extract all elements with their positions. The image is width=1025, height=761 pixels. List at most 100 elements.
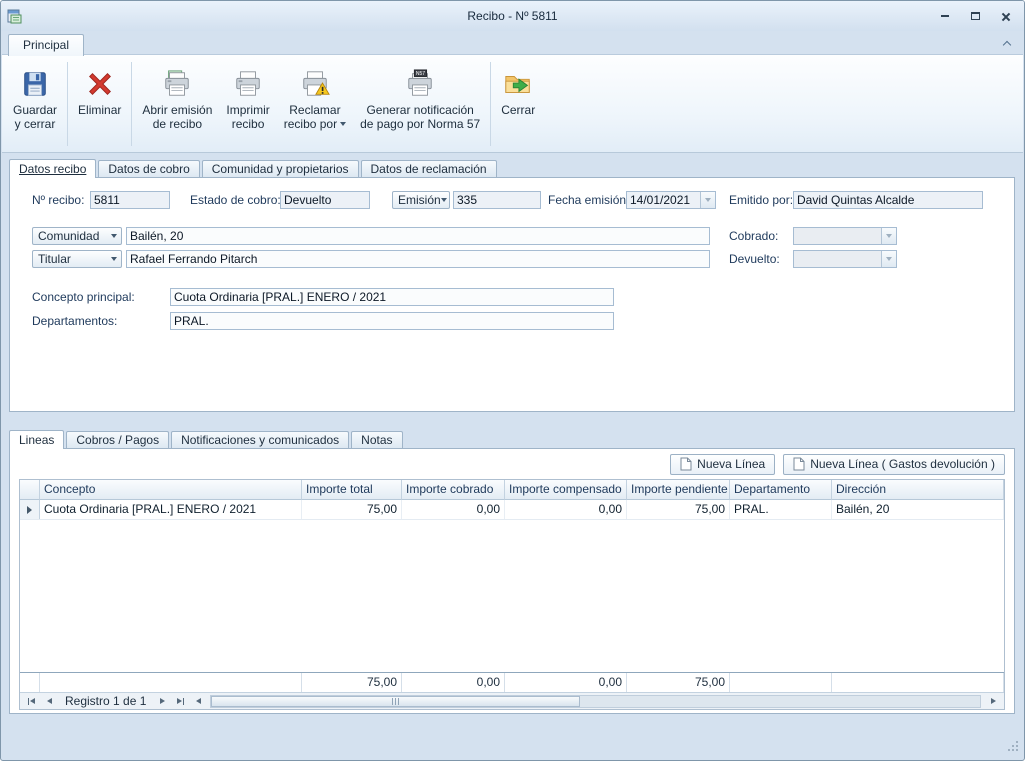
num-recibo-label: Nº recibo: bbox=[32, 191, 84, 209]
resize-grip-icon bbox=[1007, 740, 1019, 752]
concepto-principal-label: Concepto principal: bbox=[32, 288, 135, 306]
emision-selector[interactable]: Emisión bbox=[392, 191, 450, 209]
tab-notificaciones-y-comunicados[interactable]: Notificaciones y comunicados bbox=[171, 431, 349, 448]
fecha-emision-label: Fecha emisión: bbox=[548, 191, 629, 209]
cell-importe-cobrado: 0,00 bbox=[402, 500, 505, 519]
guardar-y-cerrar-button[interactable]: Guardary cerrar bbox=[6, 60, 64, 148]
toolbar-separator bbox=[131, 62, 132, 146]
num-recibo-field[interactable]: 5811 bbox=[90, 191, 170, 209]
titlebar[interactable]: Recibo - Nº 5811 bbox=[1, 1, 1024, 31]
imprimir-recibo-button[interactable]: Imprimirrecibo bbox=[219, 60, 276, 148]
column-header-concepto[interactable]: Concepto bbox=[40, 480, 302, 500]
minimize-button[interactable] bbox=[932, 7, 958, 25]
emitido-por-field[interactable]: David Quintas Alcalde bbox=[793, 191, 983, 209]
grid-toolbar: Nueva Línea Nueva Línea ( Gastos devoluc… bbox=[19, 452, 1005, 476]
comunidad-selector[interactable]: Comunidad bbox=[32, 227, 122, 245]
titular-selector[interactable]: Titular bbox=[32, 250, 122, 268]
nueva-linea-gastos-devolucion-button[interactable]: Nueva Línea ( Gastos devolución ) bbox=[783, 454, 1005, 475]
scroll-left-button[interactable] bbox=[190, 695, 206, 708]
resize-grip[interactable] bbox=[1007, 740, 1019, 755]
cell-departamento: PRAL. bbox=[730, 500, 832, 519]
printer-warning-icon bbox=[300, 67, 330, 101]
tab-datos-de-reclamacion[interactable]: Datos de reclamación bbox=[361, 160, 497, 177]
close-button[interactable] bbox=[992, 7, 1018, 25]
ribbon-toolbar: Guardary cerrar Eliminar Abrir emisiónde… bbox=[2, 54, 1023, 153]
save-icon bbox=[20, 67, 50, 101]
cell-importe-pendiente: 75,00 bbox=[627, 500, 730, 519]
chevron-down-icon bbox=[111, 257, 117, 261]
estado-cobro-field[interactable]: Devuelto bbox=[280, 191, 370, 209]
column-header-importe-total[interactable]: Importe total bbox=[302, 480, 402, 500]
column-header-importe-cobrado[interactable]: Importe cobrado bbox=[402, 480, 505, 500]
emision-field[interactable]: 335 bbox=[453, 191, 541, 209]
tab-cobros-pagos[interactable]: Cobros / Pagos bbox=[66, 431, 169, 448]
chevron-down-icon bbox=[441, 198, 447, 202]
cobrado-label: Cobrado: bbox=[729, 227, 778, 245]
scroll-right-button[interactable] bbox=[985, 695, 1001, 708]
devuelto-field[interactable] bbox=[793, 250, 897, 268]
generar-notificacion-norma57-button[interactable]: N57 Generar notificaciónde pago por Norm… bbox=[353, 60, 487, 148]
last-record-button[interactable] bbox=[172, 695, 188, 708]
column-header-importe-pendiente[interactable]: Importe pendiente bbox=[627, 480, 730, 500]
lines-tabstrip: Lineas Cobros / Pagos Notificaciones y c… bbox=[9, 430, 405, 448]
lineas-panel: Nueva Línea Nueva Línea ( Gastos devoluc… bbox=[9, 448, 1015, 714]
dropdown-caret-icon bbox=[340, 122, 346, 126]
toolbar-separator bbox=[67, 62, 68, 146]
concepto-principal-field[interactable]: Cuota Ordinaria [PRAL.] ENERO / 2021 bbox=[170, 288, 614, 306]
cell-importe-total: 75,00 bbox=[302, 500, 402, 519]
titular-field[interactable]: Rafael Ferrando Pitarch bbox=[126, 250, 710, 268]
tab-notas[interactable]: Notas bbox=[351, 431, 402, 448]
grid-header: Concepto Importe total Importe cobrado I… bbox=[20, 480, 1004, 500]
chevron-down-icon bbox=[886, 234, 892, 238]
toolbar-separator bbox=[490, 62, 491, 146]
row-arrow-icon bbox=[27, 506, 32, 514]
table-row[interactable]: Cuota Ordinaria [PRAL.] ENERO / 2021 75,… bbox=[20, 500, 1004, 520]
main-tabstrip: Datos recibo Datos de cobro Comunidad y … bbox=[9, 159, 499, 177]
cerrar-button[interactable]: Cerrar bbox=[494, 60, 542, 148]
chevron-down-icon bbox=[111, 234, 117, 238]
row-indicator-header bbox=[20, 480, 40, 500]
departamentos-field[interactable]: PRAL. bbox=[170, 312, 614, 330]
printer-icon bbox=[233, 67, 263, 101]
first-record-button[interactable] bbox=[23, 695, 39, 708]
column-header-direccion[interactable]: Dirección bbox=[832, 480, 1004, 500]
column-header-departamento[interactable]: Departamento bbox=[730, 480, 832, 500]
horizontal-scrollbar[interactable] bbox=[210, 695, 981, 708]
tab-datos-de-cobro[interactable]: Datos de cobro bbox=[98, 160, 199, 177]
fecha-emision-field[interactable]: 14/01/2021 bbox=[626, 191, 716, 209]
grid-totals-row: 75,00 0,00 0,00 75,00 bbox=[20, 672, 1004, 692]
tab-comunidad-y-propietarios[interactable]: Comunidad y propietarios bbox=[202, 160, 359, 177]
cobrado-field[interactable] bbox=[793, 227, 897, 245]
close-folder-icon bbox=[503, 67, 533, 101]
cobrado-dropdown-button[interactable] bbox=[881, 228, 896, 244]
ribbon-collapse-button[interactable] bbox=[997, 36, 1017, 51]
abrir-emision-recibo-button[interactable]: Abrir emisiónde recibo bbox=[135, 60, 219, 148]
total-importe-total: 75,00 bbox=[302, 673, 402, 692]
new-page-icon bbox=[680, 457, 692, 471]
scrollbar-thumb[interactable] bbox=[211, 696, 580, 707]
next-record-button[interactable] bbox=[154, 695, 170, 708]
devuelto-dropdown-button[interactable] bbox=[881, 251, 896, 267]
current-row-indicator bbox=[20, 500, 40, 519]
datos-recibo-panel: Nº recibo: 5811 Estado de cobro: Devuelt… bbox=[9, 177, 1015, 412]
ribbon-tab-principal[interactable]: Principal bbox=[8, 34, 84, 56]
devuelto-label: Devuelto: bbox=[729, 250, 780, 268]
tab-lineas[interactable]: Lineas bbox=[9, 430, 64, 449]
total-importe-compensado: 0,00 bbox=[505, 673, 627, 692]
close-icon bbox=[1001, 12, 1010, 21]
new-page-icon bbox=[793, 457, 805, 471]
nueva-linea-button[interactable]: Nueva Línea bbox=[670, 454, 775, 475]
column-header-importe-compensado[interactable]: Importe compensado bbox=[505, 480, 627, 500]
tab-datos-recibo[interactable]: Datos recibo bbox=[9, 159, 96, 178]
comunidad-field[interactable]: Bailén, 20 bbox=[126, 227, 710, 245]
app-icon bbox=[7, 7, 25, 25]
maximize-button[interactable] bbox=[962, 7, 988, 25]
delete-icon bbox=[85, 67, 115, 101]
cell-importe-compensado: 0,00 bbox=[505, 500, 627, 519]
date-dropdown-button[interactable] bbox=[700, 192, 715, 208]
prev-record-button[interactable] bbox=[41, 695, 57, 708]
reclamar-recibo-por-button[interactable]: Reclamar recibo por bbox=[277, 60, 353, 148]
eliminar-button[interactable]: Eliminar bbox=[71, 60, 128, 148]
recibo-window: Recibo - Nº 5811 Principal Guardary cerr… bbox=[0, 0, 1025, 761]
maximize-icon bbox=[971, 12, 980, 20]
